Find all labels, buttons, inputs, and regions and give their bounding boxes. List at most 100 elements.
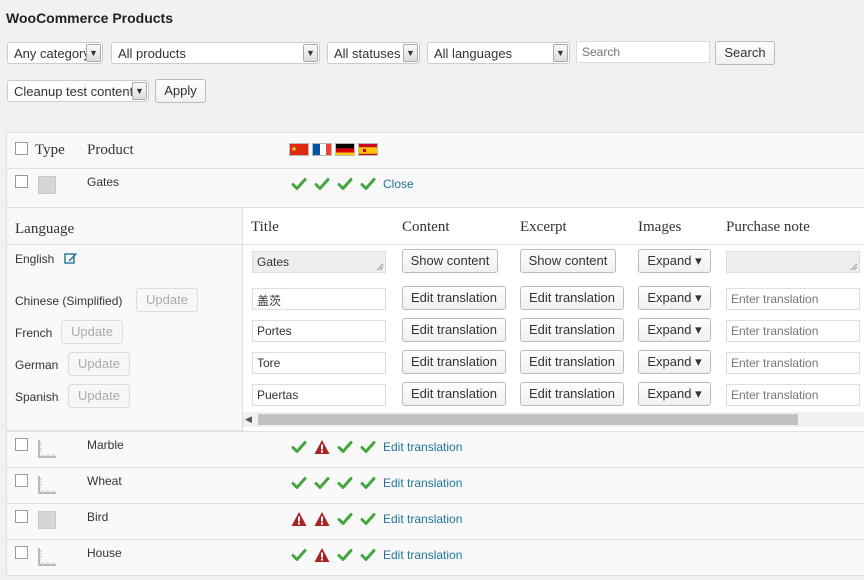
expand-images-button-spanish[interactable]: Expand ▾ xyxy=(638,382,711,406)
scrollbar-thumb[interactable] xyxy=(258,414,798,425)
expand-images-button[interactable]: Expand ▾ xyxy=(638,249,711,273)
column-header-images: Images xyxy=(638,219,682,235)
expand-images-button-french[interactable]: Expand ▾ xyxy=(638,318,711,342)
edit-excerpt-button-french[interactable]: Edit translation xyxy=(520,318,624,342)
chevron-down-icon: ▼ xyxy=(132,82,147,100)
column-header-product: Product xyxy=(87,142,134,158)
product-name: House xyxy=(87,546,122,560)
expand-images-button-chinese[interactable]: Expand ▾ xyxy=(638,286,711,310)
chinese-title-input[interactable]: 盖茨 xyxy=(252,288,386,310)
language-label-english: English xyxy=(15,252,55,266)
edit-content-button-french[interactable]: Edit translation xyxy=(402,318,506,342)
products-table: Type Product Gates Close Language Englis… xyxy=(6,132,864,576)
statuses-select[interactable]: All statuses ▼ xyxy=(327,42,420,64)
category-select[interactable]: Any category ▼ xyxy=(7,42,103,64)
row-checkbox[interactable] xyxy=(15,474,28,487)
table-row: House Edit translation xyxy=(7,539,864,575)
edit-translation-link[interactable]: Edit translation xyxy=(383,548,462,562)
bulk-action-select[interactable]: Cleanup test content ▼ xyxy=(7,80,149,102)
search-button[interactable]: Search xyxy=(715,41,775,65)
column-header-content: Content xyxy=(402,219,450,235)
show-excerpt-button[interactable]: Show content xyxy=(520,249,616,273)
warning-icon xyxy=(314,548,330,562)
check-icon xyxy=(360,441,376,453)
language-label-german: German xyxy=(15,358,59,372)
check-icon xyxy=(337,549,353,561)
english-title-field: Gates xyxy=(252,251,386,273)
statuses-select-value: All statuses xyxy=(334,46,401,61)
chevron-down-icon: ▼ xyxy=(553,44,568,62)
edit-content-button-spanish[interactable]: Edit translation xyxy=(402,382,506,406)
chinese-flag-icon xyxy=(289,143,309,156)
translation-editor: Language English Chinese (Simplified) Up… xyxy=(7,207,864,432)
french-title-input[interactable]: Portes xyxy=(252,320,386,342)
update-button-german[interactable]: Update xyxy=(68,352,130,376)
warning-icon xyxy=(314,512,330,526)
update-button-french[interactable]: Update xyxy=(61,320,123,344)
column-header-title: Title xyxy=(251,219,279,235)
edit-excerpt-button-spanish[interactable]: Edit translation xyxy=(520,382,624,406)
chevron-down-icon: ▼ xyxy=(303,44,318,62)
edit-translation-link[interactable]: Edit translation xyxy=(383,476,462,490)
spanish-title-input[interactable]: Puertas xyxy=(252,384,386,406)
row-checkbox[interactable] xyxy=(15,438,28,451)
resize-handle-icon xyxy=(376,263,384,271)
english-title-value: Gates xyxy=(257,255,290,269)
product-name: Gates xyxy=(87,175,120,189)
check-icon xyxy=(291,477,307,489)
edit-translation-link[interactable]: Edit translation xyxy=(383,512,462,526)
spanish-purchase-note-input[interactable] xyxy=(726,384,860,406)
spanish-flag-icon xyxy=(358,143,378,156)
languages-select[interactable]: All languages ▼ xyxy=(427,42,570,64)
edit-excerpt-button-german[interactable]: Edit translation xyxy=(520,350,624,374)
check-icon xyxy=(360,549,376,561)
edit-content-button-german[interactable]: Edit translation xyxy=(402,350,506,374)
chevron-down-icon: ▼ xyxy=(403,44,418,62)
chinese-purchase-note-input[interactable] xyxy=(726,288,860,310)
horizontal-scrollbar[interactable]: ◀ xyxy=(243,412,864,427)
translation-grid: Title Content Excerpt Images Purchase no… xyxy=(242,208,864,432)
product-name: Marble xyxy=(87,438,124,452)
french-purchase-note-input[interactable] xyxy=(726,320,860,342)
check-icon xyxy=(337,513,353,525)
language-label-chinese: Chinese (Simplified) xyxy=(15,294,123,308)
scroll-left-icon[interactable]: ◀ xyxy=(245,414,255,425)
language-label-spanish: Spanish xyxy=(15,390,59,404)
select-all-checkbox[interactable] xyxy=(15,142,28,155)
column-header-purchase-note: Purchase note xyxy=(726,219,810,235)
table-row: Marble Edit translation xyxy=(7,431,864,467)
close-link[interactable]: Close xyxy=(383,177,414,191)
edit-content-button-chinese[interactable]: Edit translation xyxy=(402,286,506,310)
translation-status-icons xyxy=(291,547,383,563)
row-checkbox[interactable] xyxy=(15,510,28,523)
update-button-chinese[interactable]: Update xyxy=(136,288,198,312)
column-header-language: Language xyxy=(15,221,75,237)
search-input[interactable] xyxy=(576,41,710,63)
check-icon xyxy=(291,178,307,190)
row-checkbox[interactable] xyxy=(15,175,28,188)
warning-icon xyxy=(314,440,330,454)
table-row: Wheat Edit translation xyxy=(7,467,864,503)
check-icon xyxy=(337,441,353,453)
product-name: Wheat xyxy=(87,474,122,488)
check-icon xyxy=(337,477,353,489)
edit-excerpt-button-chinese[interactable]: Edit translation xyxy=(520,286,624,310)
update-button-spanish[interactable]: Update xyxy=(68,384,130,408)
english-purchase-note-field xyxy=(726,251,860,273)
edit-icon[interactable] xyxy=(64,251,78,265)
edit-translation-link[interactable]: Edit translation xyxy=(383,440,462,454)
expand-images-button-german[interactable]: Expand ▾ xyxy=(638,350,711,374)
french-flag-icon xyxy=(312,143,332,156)
check-icon xyxy=(337,178,353,190)
language-label-french: French xyxy=(15,326,53,340)
product-thumbnail-icon xyxy=(38,548,56,566)
check-icon xyxy=(360,513,376,525)
german-purchase-note-input[interactable] xyxy=(726,352,860,374)
translation-status-icons xyxy=(291,511,383,527)
german-title-input[interactable]: Tore xyxy=(252,352,386,374)
show-content-button[interactable]: Show content xyxy=(402,249,498,273)
row-checkbox[interactable] xyxy=(15,546,28,559)
apply-button[interactable]: Apply xyxy=(155,79,206,103)
product-thumbnail-icon xyxy=(38,440,56,458)
products-select[interactable]: All products ▼ xyxy=(111,42,320,64)
